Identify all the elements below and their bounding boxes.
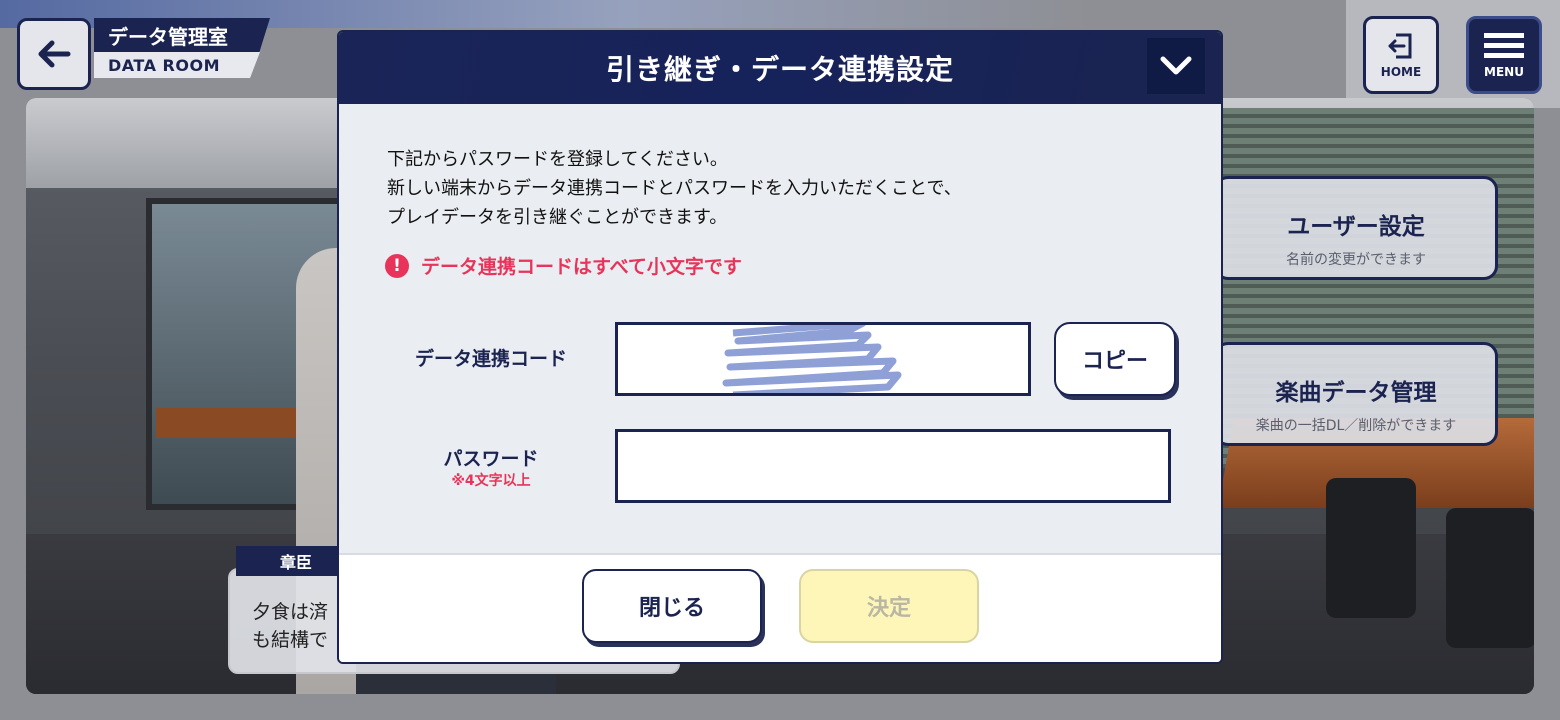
panel-subtitle: 楽曲の一括DL／削除ができます bbox=[1255, 418, 1457, 434]
password-hint: ※4文字以上 bbox=[451, 473, 531, 489]
collapse-button[interactable] bbox=[1147, 38, 1205, 94]
panel-title: 楽曲データ管理 bbox=[1275, 380, 1437, 406]
modal-title: 引き継ぎ・データ連携設定 bbox=[605, 53, 954, 86]
modal-footer: 閉じる 決定 bbox=[339, 553, 1221, 662]
lowercase-notice: ! データ連携コードはすべて小文字です bbox=[385, 252, 742, 279]
scene-chair bbox=[1446, 508, 1534, 648]
home-button[interactable]: HOME bbox=[1363, 16, 1439, 94]
password-input[interactable] bbox=[615, 429, 1171, 503]
scene-chair bbox=[1326, 478, 1416, 618]
instructions-text: 下記からパスワードを登録してください。 新しい端末からデータ連携コードとパスワー… bbox=[387, 145, 962, 232]
data-code-field[interactable] bbox=[615, 322, 1031, 396]
data-code-label: データ連携コード bbox=[414, 348, 567, 370]
modal-header: 引き継ぎ・データ連携設定 bbox=[339, 32, 1221, 104]
hamburger-menu-icon bbox=[1484, 33, 1524, 58]
confirm-button[interactable]: 決定 bbox=[799, 569, 979, 643]
exclamation-circle-icon: ! bbox=[385, 253, 409, 278]
menu-button[interactable]: MENU bbox=[1466, 16, 1542, 94]
copy-button[interactable]: コピー bbox=[1054, 322, 1176, 396]
close-button[interactable]: 閉じる bbox=[582, 569, 762, 643]
user-settings-button[interactable]: ユーザー設定 名前の変更ができます bbox=[1214, 176, 1498, 280]
page-subtitle: DATA ROOM bbox=[94, 52, 260, 78]
notice-text: データ連携コードはすべて小文字です bbox=[421, 256, 742, 278]
redaction-scribble bbox=[722, 325, 902, 393]
menu-label: MENU bbox=[1484, 65, 1524, 79]
music-data-management-button[interactable]: 楽曲データ管理 楽曲の一括DL／削除ができます bbox=[1214, 342, 1498, 446]
instruction-line: 新しい端末からデータ連携コードとパスワードを入力いただくことで、 bbox=[387, 178, 962, 199]
home-label: HOME bbox=[1380, 65, 1422, 79]
page-title: データ管理室 bbox=[94, 18, 270, 52]
panel-title: ユーザー設定 bbox=[1287, 214, 1425, 240]
exit-door-icon bbox=[1388, 33, 1412, 59]
back-button[interactable] bbox=[17, 18, 91, 90]
instruction-line: プレイデータを引き継ぐことができます。 bbox=[387, 207, 728, 228]
data-transfer-modal: 引き継ぎ・データ連携設定 下記からパスワードを登録してください。 新しい端末から… bbox=[337, 30, 1223, 664]
arrow-left-icon bbox=[38, 40, 71, 68]
chevron-down-icon bbox=[1160, 56, 1192, 75]
instruction-line: 下記からパスワードを登録してください。 bbox=[387, 149, 728, 170]
password-label: パスワード bbox=[443, 448, 539, 470]
panel-subtitle: 名前の変更ができます bbox=[1286, 252, 1426, 268]
